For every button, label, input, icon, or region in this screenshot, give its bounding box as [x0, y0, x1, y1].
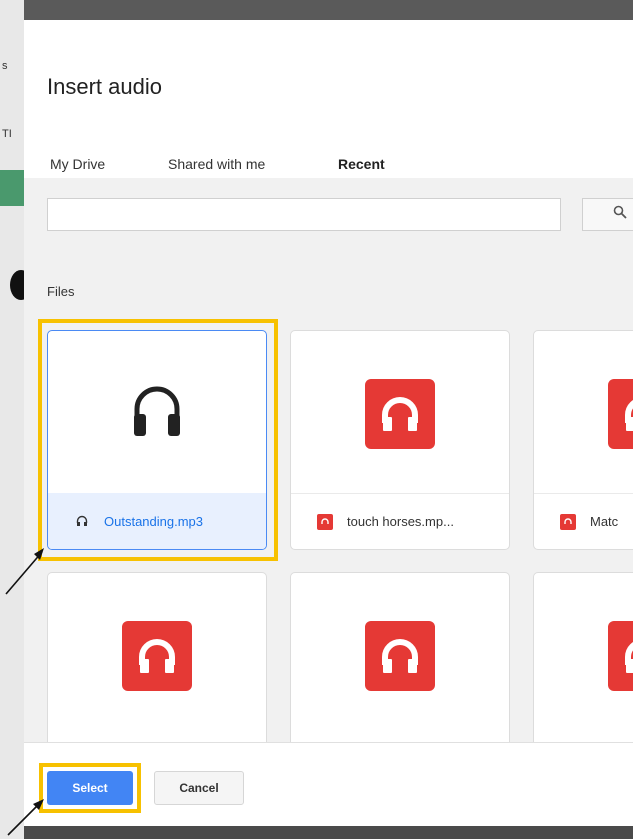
dialog-footer: Select Cancel: [24, 742, 633, 826]
background-fragment: s: [2, 60, 8, 72]
file-card[interactable]: Outstanding.mp3: [47, 330, 267, 550]
headphones-icon: [131, 383, 183, 444]
select-button[interactable]: Select: [47, 771, 133, 805]
tab-label: Recent: [338, 156, 385, 172]
dialog-title: Insert audio: [47, 74, 162, 99]
search-button[interactable]: [582, 198, 633, 231]
file-card-footer: Matc: [534, 493, 633, 549]
audio-file-icon: [608, 620, 633, 691]
file-card[interactable]: Matc: [533, 330, 633, 550]
audio-file-icon: [560, 513, 576, 530]
search-icon: [613, 205, 627, 224]
section-label-files: Files: [47, 284, 75, 299]
file-card-footer: Outstanding.mp3: [48, 493, 266, 549]
file-card-footer: touch horses.mp...: [291, 493, 509, 549]
file-name: Matc: [590, 514, 619, 529]
file-name: Outstanding.mp3: [104, 513, 204, 529]
file-thumbnail: [291, 573, 509, 738]
audio-file-icon: [608, 378, 633, 449]
tab-label: Shared with me: [168, 156, 266, 172]
audio-file-icon: [122, 620, 192, 691]
insert-audio-dialog: Insert audio My Drive Shared with me Rec…: [24, 20, 633, 826]
file-card[interactable]: touch horses.mp...: [290, 330, 510, 550]
search-input[interactable]: [47, 198, 561, 231]
background-app-strip: s TI: [0, 0, 32, 839]
file-thumbnail: [48, 573, 266, 738]
cancel-button[interactable]: Cancel: [154, 771, 244, 805]
file-thumbnail: [291, 331, 509, 496]
audio-file-icon: [365, 620, 435, 691]
background-green-bar: [0, 170, 24, 206]
background-fragment: TI: [2, 128, 12, 140]
file-thumbnail: [534, 331, 633, 496]
file-name: touch horses.mp...: [347, 514, 454, 529]
file-thumbnail: [48, 331, 266, 496]
headphones-icon: [74, 513, 90, 529]
search-bar: [24, 178, 633, 248]
file-thumbnail: [534, 573, 633, 738]
tab-label: My Drive: [50, 156, 106, 172]
background-app-menubar: Vi: [0, 0, 633, 20]
audio-file-icon: [317, 513, 333, 530]
audio-file-icon: [365, 378, 435, 449]
file-list: Files Outstanding.mp3 touch horses.mp...…: [24, 248, 633, 792]
